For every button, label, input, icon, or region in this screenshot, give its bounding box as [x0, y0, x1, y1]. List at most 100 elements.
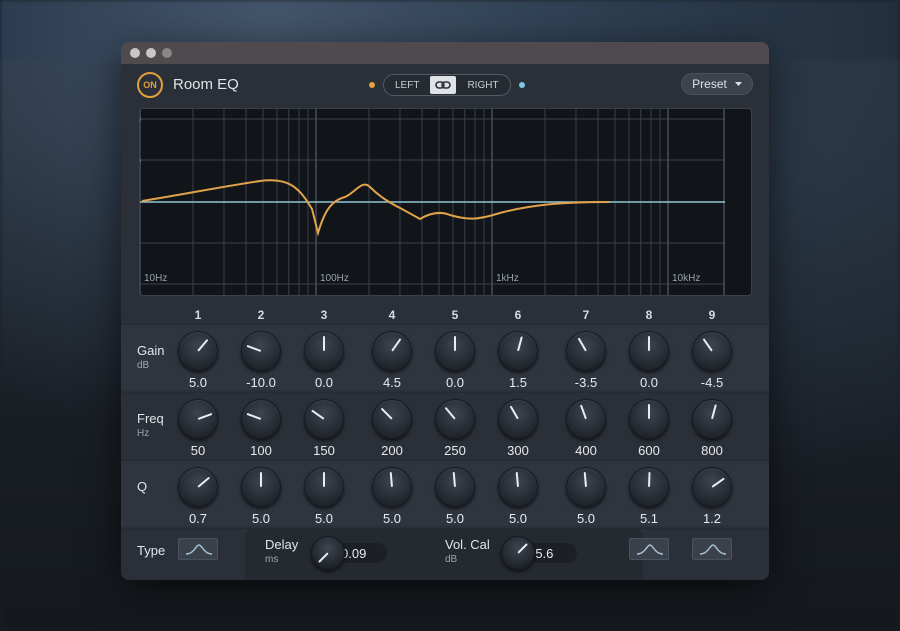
freq-knob-band-4[interactable]: 200 — [367, 399, 417, 458]
gain-knob-band-4[interactable]: 4.5 — [367, 331, 417, 390]
gain-knob-band-5[interactable]: 0.0 — [430, 331, 480, 390]
q-knob[interactable] — [566, 467, 606, 507]
gain-knob-band-9[interactable]: -4.5 — [687, 331, 737, 390]
freq-knob[interactable] — [435, 399, 475, 439]
freq-knob[interactable] — [241, 399, 281, 439]
q-knob[interactable] — [178, 467, 218, 507]
q-value[interactable]: 5.1 — [624, 511, 674, 526]
q-value[interactable]: 5.0 — [367, 511, 417, 526]
gain-knob[interactable] — [178, 331, 218, 371]
x-axis-label: 1kHz — [496, 273, 519, 284]
gain-knob[interactable] — [304, 331, 344, 371]
gain-value[interactable]: -3.5 — [561, 375, 611, 390]
right-channel-button[interactable]: RIGHT — [456, 80, 509, 91]
gain-knob-band-1[interactable]: 5.0 — [173, 331, 223, 390]
gain-knob-band-3[interactable]: 0.0 — [299, 331, 349, 390]
gain-knob[interactable] — [435, 331, 475, 371]
freq-knob-band-9[interactable]: 800 — [687, 399, 737, 458]
freq-knob[interactable] — [692, 399, 732, 439]
freq-knob-band-5[interactable]: 250 — [430, 399, 480, 458]
gain-knob[interactable] — [629, 331, 669, 371]
q-knob-band-1[interactable]: 0.7 — [173, 467, 223, 526]
freq-value[interactable]: 800 — [687, 443, 737, 458]
freq-value[interactable]: 200 — [367, 443, 417, 458]
q-knob[interactable] — [435, 467, 475, 507]
q-knob-band-4[interactable]: 5.0 — [367, 467, 417, 526]
q-knob-band-2[interactable]: 5.0 — [236, 467, 286, 526]
close-window-button[interactable] — [130, 48, 140, 58]
gain-value[interactable]: 5.0 — [173, 375, 223, 390]
chevron-down-icon — [734, 82, 742, 86]
q-knob-band-5[interactable]: 5.0 — [430, 467, 480, 526]
freq-knob[interactable] — [566, 399, 606, 439]
q-knob-band-3[interactable]: 5.0 — [299, 467, 349, 526]
freq-knob[interactable] — [304, 399, 344, 439]
room-eq-window: ON Room EQ LEFT RIGHT Preset 10Hz 100Hz … — [121, 42, 769, 580]
gain-knob[interactable] — [241, 331, 281, 371]
left-channel-button[interactable]: LEFT — [384, 80, 430, 91]
q-value[interactable]: 5.0 — [299, 511, 349, 526]
gain-value[interactable]: 1.5 — [493, 375, 543, 390]
q-knob-band-8[interactable]: 5.1 — [624, 467, 674, 526]
gain-knob[interactable] — [566, 331, 606, 371]
gain-value[interactable]: 0.0 — [624, 375, 674, 390]
freq-knob-band-2[interactable]: 100 — [236, 399, 286, 458]
gain-knob-band-8[interactable]: 0.0 — [624, 331, 674, 390]
q-knob[interactable] — [241, 467, 281, 507]
gain-value[interactable]: 0.0 — [299, 375, 349, 390]
gain-value[interactable]: -4.5 — [687, 375, 737, 390]
gain-value[interactable]: 4.5 — [367, 375, 417, 390]
knob-indicator — [711, 477, 725, 488]
delay-knob[interactable] — [311, 536, 345, 570]
minimize-window-button[interactable] — [146, 48, 156, 58]
q-knob[interactable] — [372, 467, 412, 507]
q-knob[interactable] — [629, 467, 669, 507]
q-knob[interactable] — [304, 467, 344, 507]
eq-response-graph[interactable]: +20+100-10-20 10Hz100Hz1kHz10kHz — [139, 108, 752, 296]
q-value[interactable]: 5.0 — [236, 511, 286, 526]
type-button-band-1[interactable] — [178, 538, 218, 560]
preset-dropdown[interactable]: Preset — [681, 73, 753, 95]
freq-knob-band-7[interactable]: 400 — [561, 399, 611, 458]
type-button-band-8[interactable] — [629, 538, 669, 560]
freq-knob-band-8[interactable]: 600 — [624, 399, 674, 458]
freq-knob[interactable] — [498, 399, 538, 439]
q-knob-band-7[interactable]: 5.0 — [561, 467, 611, 526]
q-value[interactable]: 0.7 — [173, 511, 223, 526]
gain-knob-band-7[interactable]: -3.5 — [561, 331, 611, 390]
freq-knob-band-6[interactable]: 300 — [493, 399, 543, 458]
q-knob[interactable] — [498, 467, 538, 507]
q-knob-band-9[interactable]: 1.2 — [687, 467, 737, 526]
q-value[interactable]: 5.0 — [493, 511, 543, 526]
freq-value[interactable]: 250 — [430, 443, 480, 458]
q-knob-band-6[interactable]: 5.0 — [493, 467, 543, 526]
freq-knob[interactable] — [178, 399, 218, 439]
freq-value[interactable]: 300 — [493, 443, 543, 458]
freq-knob-band-3[interactable]: 150 — [299, 399, 349, 458]
link-channels-button[interactable] — [430, 76, 457, 94]
freq-value[interactable]: 100 — [236, 443, 286, 458]
freq-value[interactable]: 150 — [299, 443, 349, 458]
freq-value[interactable]: 400 — [561, 443, 611, 458]
volcal-knob[interactable] — [501, 536, 535, 570]
gain-knob-band-2[interactable]: -10.0 — [236, 331, 286, 390]
x-axis-label: 10kHz — [672, 273, 700, 284]
q-knob[interactable] — [692, 467, 732, 507]
q-value[interactable]: 5.0 — [561, 511, 611, 526]
gain-value[interactable]: 0.0 — [430, 375, 480, 390]
freq-value[interactable]: 50 — [173, 443, 223, 458]
zoom-window-button[interactable] — [162, 48, 172, 58]
gain-knob[interactable] — [372, 331, 412, 371]
gain-value[interactable]: -10.0 — [236, 375, 286, 390]
gain-knob[interactable] — [692, 331, 732, 371]
q-value[interactable]: 1.2 — [687, 511, 737, 526]
type-button-band-9[interactable] — [692, 538, 732, 560]
gain-knob[interactable] — [498, 331, 538, 371]
freq-knob[interactable] — [629, 399, 669, 439]
freq-knob[interactable] — [372, 399, 412, 439]
freq-knob-band-1[interactable]: 50 — [173, 399, 223, 458]
power-on-button[interactable]: ON — [137, 72, 163, 98]
gain-knob-band-6[interactable]: 1.5 — [493, 331, 543, 390]
q-value[interactable]: 5.0 — [430, 511, 480, 526]
freq-value[interactable]: 600 — [624, 443, 674, 458]
